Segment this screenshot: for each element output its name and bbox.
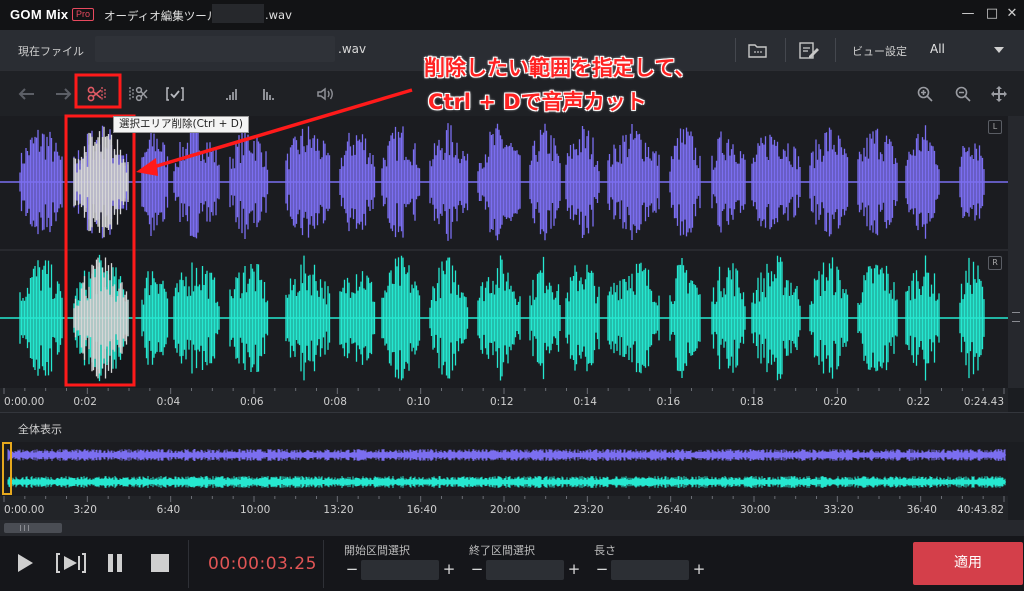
annotation-line-2: Ctrl + Dで音声カット bbox=[428, 90, 647, 114]
tooltip: 選択エリア削除(Ctrl + D) bbox=[113, 116, 249, 133]
highlight-box-selection bbox=[64, 114, 136, 387]
highlight-box-tool bbox=[74, 73, 122, 109]
annotation-line-1: 削除したい範囲を指定して、 bbox=[424, 56, 696, 80]
arrow-head bbox=[136, 158, 158, 176]
